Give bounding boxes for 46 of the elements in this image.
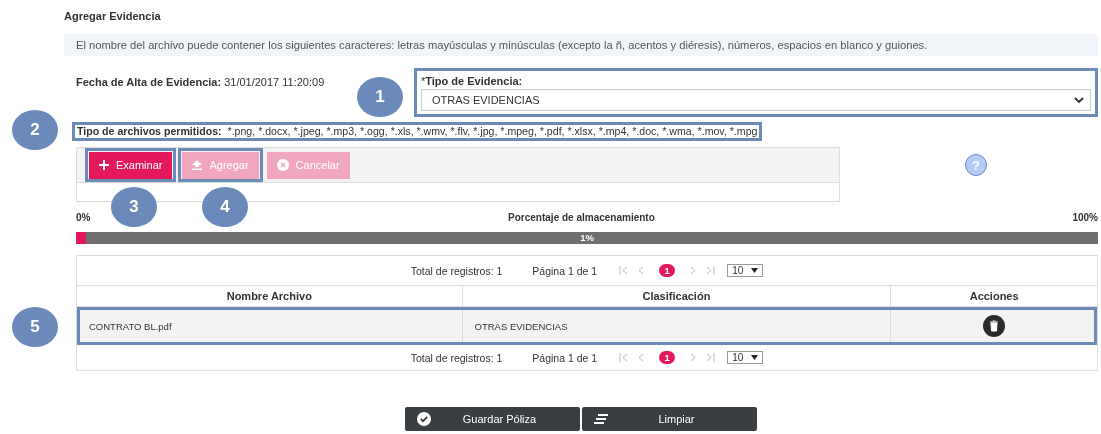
footer-button[interactable]: Limpiar [582,407,757,431]
callout-number: 5 [12,307,58,347]
page-number[interactable]: 1 [659,264,676,277]
check-circle-icon [417,412,431,426]
dropdown-arrow-icon [751,268,759,273]
plus-icon [99,160,109,170]
page-indicator: Página 1 de 1 [532,264,598,277]
field-label: *Tipo de Evidencia: [421,75,524,87]
close-circle-icon [276,159,289,171]
record-count: Total de registros: 1 [410,351,503,364]
allowed-types-text: Tipo de archivos permitidos: *.png, *.docx, *.jpeg, *.mp3, *.ogg, *.xls, *.wmv, *.flv, *.jpg, *.mpeg, *.pdf, *.xlsx, *.mp4, *.doc, *.wma, *.mov, *.mpg [77,125,758,137]
page-indicator: Página 1 de 1 [532,351,598,364]
progress-min-label: 0% [76,212,91,223]
page-number[interactable]: 1 [659,351,676,364]
progress-title: Porcentaje de almacenamiento [508,212,655,223]
last-page-icon[interactable] [705,266,716,275]
progress-max-label: 100% [1072,212,1098,223]
dropdown-arrow-icon [751,355,759,360]
section-title: Agregar Evidencia [64,10,162,22]
next-page-icon[interactable] [689,266,698,275]
first-page-icon[interactable] [619,353,630,362]
previous-page-icon[interactable] [637,266,646,275]
upload-button[interactable]: Examinar [89,151,173,179]
first-page-icon[interactable] [619,266,630,275]
callout-number: 1 [357,77,403,117]
column-header: Acciones [890,285,1097,307]
date-text: Fecha de Alta de Evidencia: 31/01/2017 11:20:09 [76,76,325,88]
evidence-type-select[interactable]: OTRAS EVIDENCIAS [421,89,1091,111]
progress-reading: 1% [579,232,595,244]
column-header: Nombre Archivo [77,285,463,307]
page-size-select[interactable]: 10 [727,351,764,364]
column-header: Clasificación [462,285,891,307]
page-size-select[interactable]: 10 [727,264,764,277]
delete-button-icon[interactable] [983,315,1006,337]
lines-icon [594,414,608,424]
footer-button[interactable]: Guardar Póliza [405,407,580,431]
chevron-down-icon [1074,96,1084,104]
next-page-icon[interactable] [689,353,698,362]
record-count: Total de registros: 1 [410,264,503,277]
callout-number: 3 [111,187,157,227]
info-notice: El nombre del archivo puede contener los siguientes caracteres: letras mayúsculas y minúsculas (excepto la ñ, acentos y diéresis), números, espacios en blanco y guiones. [64,34,1098,56]
upload-icon [192,160,203,170]
callout-number: 2 [12,110,58,150]
last-page-icon[interactable] [705,353,716,362]
previous-page-icon[interactable] [637,353,646,362]
callout-number: 4 [202,187,248,227]
